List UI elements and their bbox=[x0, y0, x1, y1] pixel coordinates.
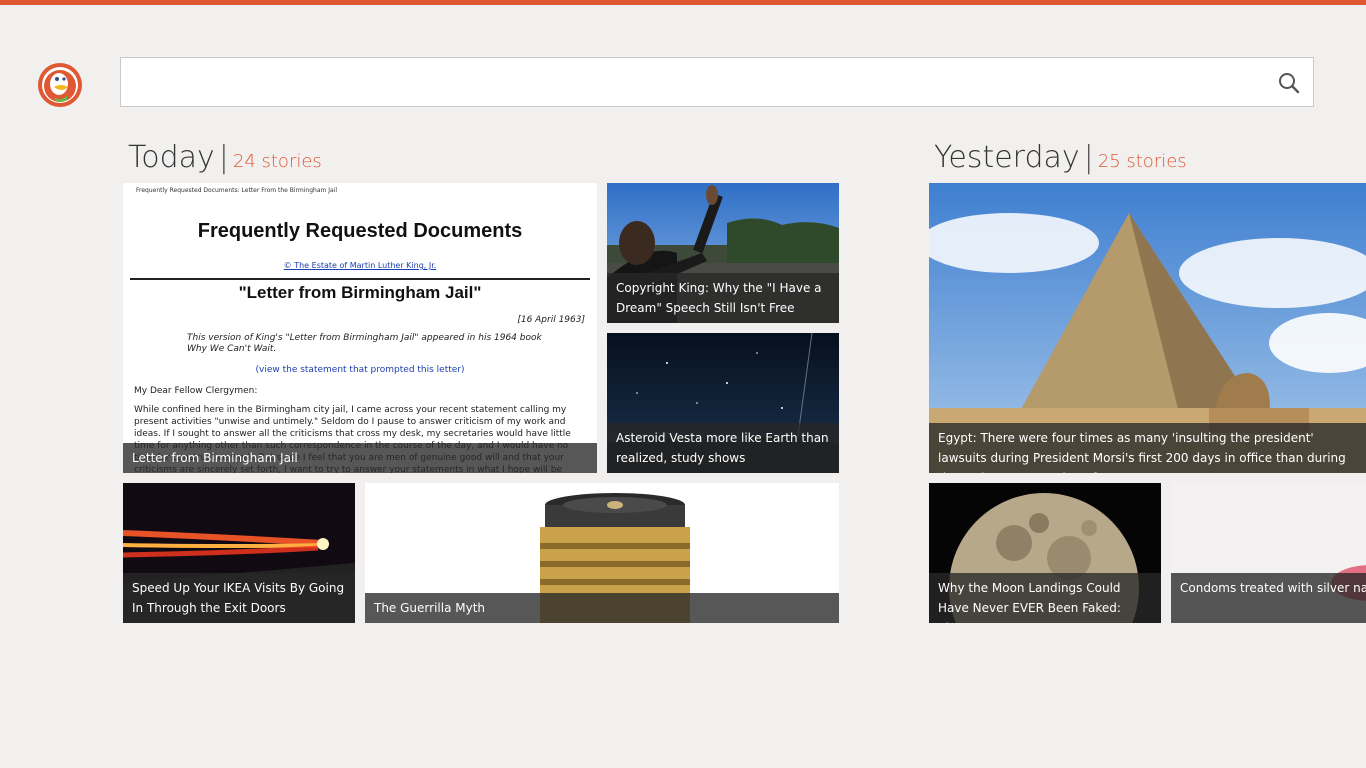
story-tile-moon-landings[interactable]: Why the Moon Landings Could Have Never E… bbox=[929, 483, 1161, 623]
search-input[interactable] bbox=[121, 58, 1289, 106]
story-caption: Copyright King: Why the "I Have a Dream"… bbox=[607, 273, 839, 323]
story-tile-egypt[interactable]: Egypt: There were four times as many 'in… bbox=[929, 183, 1366, 473]
doc-estate-link: © The Estate of Martin Luther King, Jr. bbox=[283, 261, 437, 270]
doc-statement-link: (view the statement that prompted this l… bbox=[255, 365, 465, 375]
story-tile-birmingham-jail[interactable]: Frequently Requested Documents: Letter F… bbox=[123, 183, 597, 473]
search-icon[interactable] bbox=[1277, 71, 1301, 95]
doc-rule bbox=[130, 278, 590, 280]
yesterday-separator: | bbox=[1083, 140, 1094, 175]
today-title: Today bbox=[128, 140, 215, 175]
doc-intro: This version of King's "Letter from Birm… bbox=[187, 333, 542, 354]
yesterday-story-count[interactable]: 25 stories bbox=[1098, 151, 1187, 172]
story-tile-guerrilla-myth[interactable]: The Guerrilla Myth bbox=[365, 483, 839, 623]
doc-date: [16 April 1963] bbox=[517, 315, 585, 325]
story-caption: The Guerrilla Myth bbox=[365, 593, 839, 623]
accent-top-bar bbox=[0, 0, 1366, 5]
story-caption: Condoms treated with silver nanop STDs: … bbox=[1171, 573, 1366, 623]
today-story-count[interactable]: 24 stories bbox=[233, 151, 322, 172]
today-section-header: Today | 24 stories bbox=[128, 140, 322, 175]
duckduckgo-logo[interactable] bbox=[37, 62, 83, 108]
story-caption: Egypt: There were four times as many 'in… bbox=[929, 423, 1366, 473]
story-caption: Asteroid Vesta more like Earth than real… bbox=[607, 423, 839, 473]
today-separator: | bbox=[218, 140, 229, 175]
doc-salutation: My Dear Fellow Clergymen: bbox=[134, 386, 258, 396]
story-tile-asteroid-vesta[interactable]: Asteroid Vesta more like Earth than real… bbox=[607, 333, 839, 473]
story-caption: Speed Up Your IKEA Visits By Going In Th… bbox=[123, 573, 355, 623]
doc-small-header: Frequently Requested Documents: Letter F… bbox=[136, 187, 338, 194]
doc-subheading: "Letter from Birmingham Jail" bbox=[238, 283, 482, 302]
yesterday-title: Yesterday bbox=[934, 140, 1080, 175]
story-tile-condoms[interactable]: Condoms treated with silver nanop STDs: … bbox=[1171, 483, 1366, 623]
story-tile-copyright-king[interactable]: Copyright King: Why the "I Have a Dream"… bbox=[607, 183, 839, 323]
search-box[interactable] bbox=[120, 57, 1314, 107]
story-caption: Why the Moon Landings Could Have Never E… bbox=[929, 573, 1161, 623]
story-tile-ikea[interactable]: Speed Up Your IKEA Visits By Going In Th… bbox=[123, 483, 355, 623]
doc-heading: Frequently Requested Documents bbox=[197, 220, 523, 242]
story-caption: Letter from Birmingham Jail bbox=[123, 443, 597, 473]
yesterday-section-header: Yesterday | 25 stories bbox=[934, 140, 1187, 175]
